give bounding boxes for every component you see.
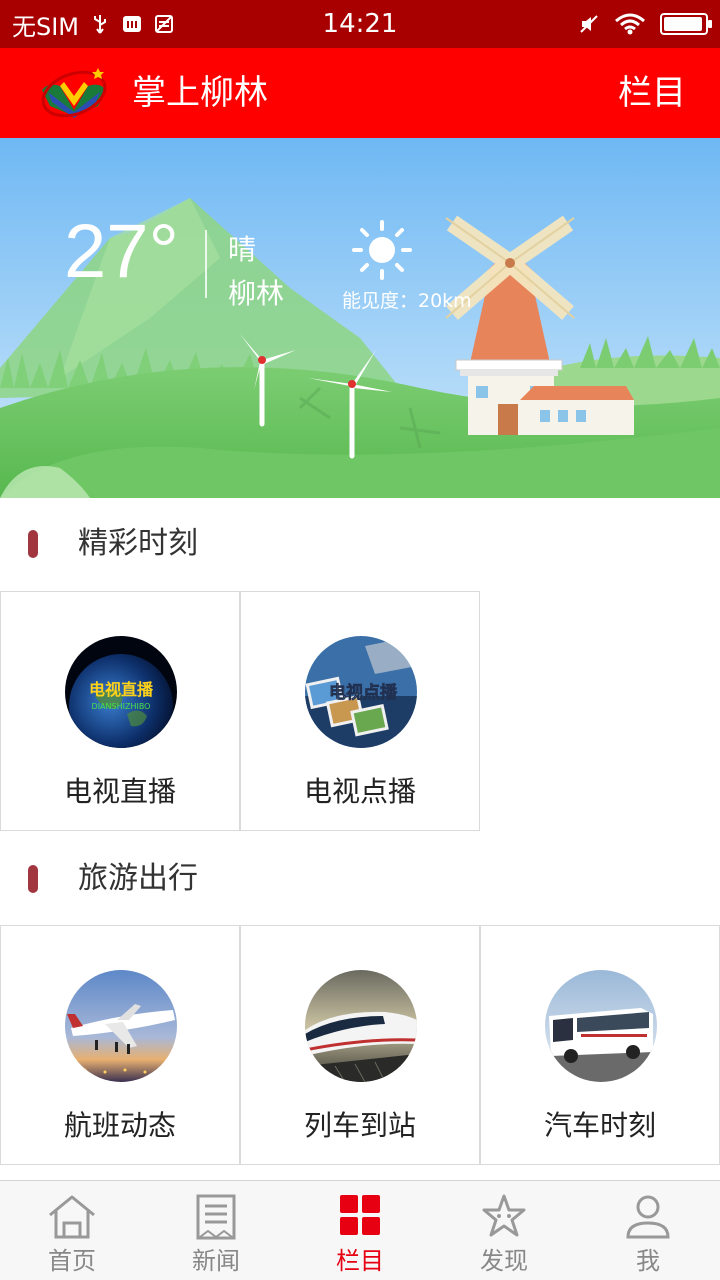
weather-background	[0, 138, 720, 498]
tile-label: 列车到站	[303, 1109, 416, 1142]
tv-live-thumbnail: 电视直播 DIANSHIZHIBO	[65, 636, 177, 748]
highlights-grid: 电视直播 DIANSHIZHIBO 电视直播 电视点播 电视点播	[0, 591, 720, 831]
columns-button[interactable]: 栏目	[618, 48, 686, 138]
tile-flight-status[interactable]: 航班动态	[0, 925, 240, 1165]
tile-label: 电视直播	[63, 775, 176, 808]
section-title: 精彩时刻	[78, 526, 198, 561]
airplane-thumbnail	[65, 970, 177, 1082]
weather-condition: 晴	[228, 233, 257, 266]
section-header-travel: 旅游出行	[0, 833, 720, 925]
tile-label: 电视点播	[303, 775, 416, 808]
tv-vod-thumb-text: 电视点播	[329, 682, 398, 703]
nav-label: 新闻	[192, 1247, 240, 1275]
weather-city: 柳林	[228, 277, 285, 310]
tile-bus-schedule[interactable]: 汽车时刻	[480, 925, 720, 1165]
nav-label: 栏目	[336, 1247, 384, 1275]
nav-discover[interactable]: 发现	[432, 1181, 576, 1280]
home-icon	[49, 1195, 95, 1239]
app-header: 掌上柳林 栏目	[0, 48, 720, 138]
battery-level	[664, 17, 702, 31]
tile-label: 汽车时刻	[543, 1109, 656, 1142]
nav-label: 我	[636, 1247, 660, 1275]
nav-label: 发现	[480, 1247, 528, 1275]
section-marker	[28, 865, 38, 893]
wifi-icon	[615, 13, 645, 35]
news-icon	[196, 1194, 236, 1240]
discover-icon	[482, 1194, 526, 1237]
section-header-highlights: 精彩时刻	[0, 498, 720, 590]
weather-banner[interactable]: 27° 晴 柳林 能见度：20km	[0, 138, 720, 498]
temperature: 27°	[64, 209, 179, 294]
tv-live-thumb-subtext: DIANSHIZHIBO	[92, 702, 151, 711]
tile-tv-live[interactable]: 电视直播 DIANSHIZHIBO 电视直播	[0, 591, 240, 831]
tile-tv-vod[interactable]: 电视点播 电视点播	[240, 591, 480, 831]
section-title: 旅游出行	[78, 861, 198, 896]
app-logo	[41, 68, 107, 118]
nav-label: 首页	[48, 1247, 96, 1275]
tile-train-arrivals[interactable]: 列车到站	[240, 925, 480, 1165]
app-title: 掌上柳林	[132, 73, 268, 113]
bottom-nav: 首页 新闻 栏目 发现 我	[0, 1180, 720, 1280]
sunny-icon	[352, 220, 412, 280]
status-bar: 无SIM 14:21	[0, 0, 720, 48]
grid-icon	[340, 1195, 380, 1235]
nav-news[interactable]: 新闻	[144, 1181, 288, 1280]
battery-icon	[660, 13, 712, 35]
temperature-divider	[205, 230, 207, 298]
section-marker	[28, 530, 38, 558]
tv-vod-thumbnail: 电视点播	[305, 636, 417, 748]
mute-icon	[580, 15, 598, 33]
nav-columns[interactable]: 栏目	[288, 1181, 432, 1280]
tv-live-thumb-text: 电视直播	[89, 680, 154, 699]
status-right	[578, 0, 712, 48]
nav-me[interactable]: 我	[576, 1181, 720, 1280]
travel-grid: 航班动态 列车到站 汽车时刻	[0, 925, 720, 1165]
visibility-label: 能见度：20km	[342, 290, 472, 312]
tile-label: 航班动态	[63, 1109, 176, 1142]
train-thumbnail	[305, 970, 417, 1082]
bus-thumbnail	[545, 970, 657, 1082]
user-icon	[626, 1195, 670, 1239]
nav-home[interactable]: 首页	[0, 1181, 144, 1280]
